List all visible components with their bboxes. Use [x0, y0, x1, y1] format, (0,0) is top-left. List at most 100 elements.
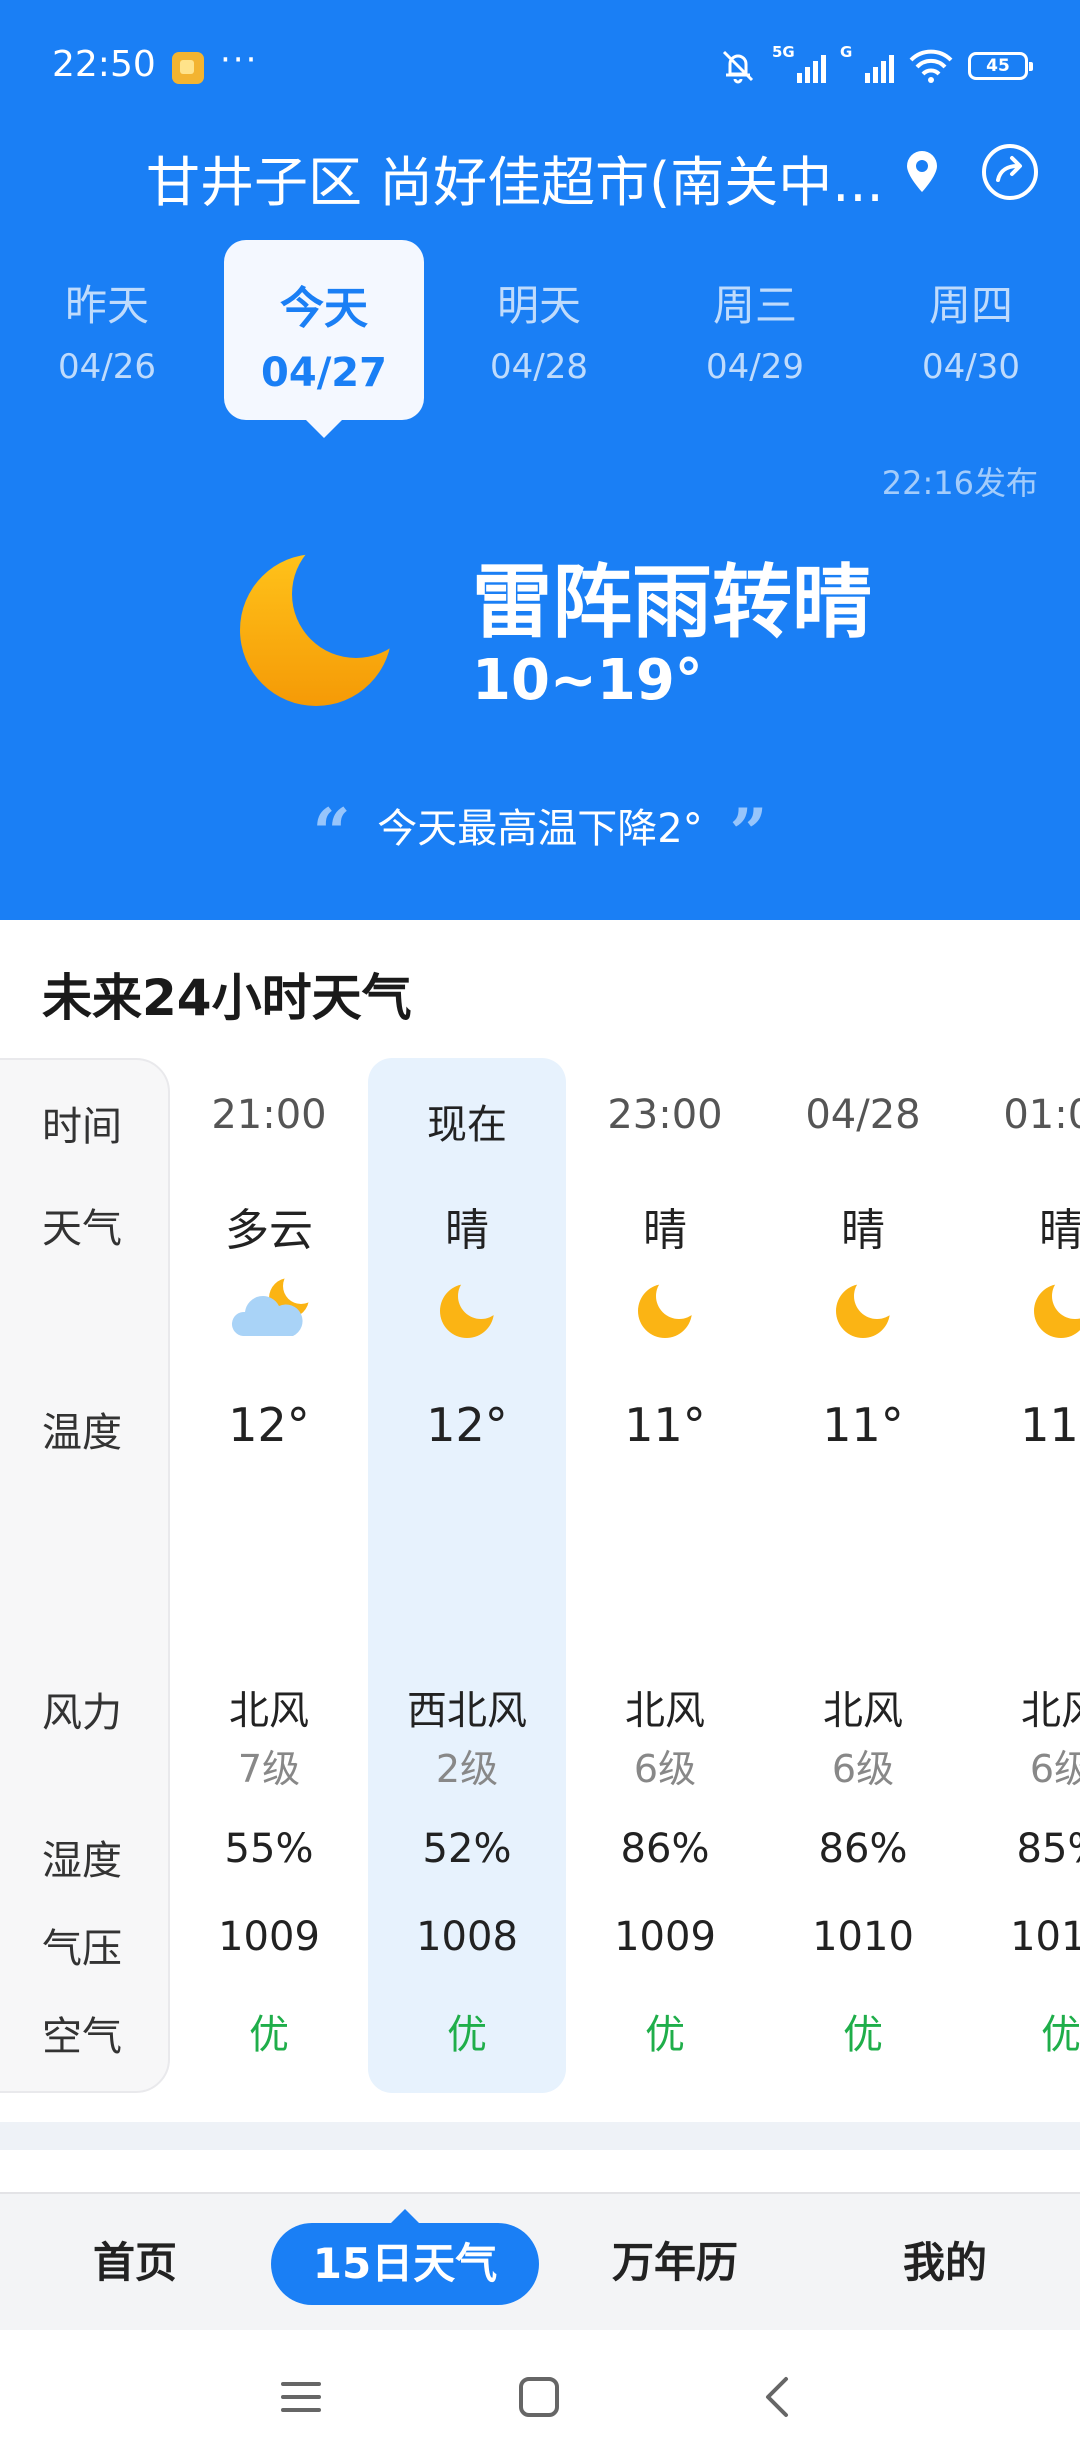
- label-humidity: 湿度: [42, 1838, 122, 1884]
- location-row[interactable]: 甘井子区 尚好佳超市(南关中...: [0, 130, 1080, 214]
- hour-temp: 11°: [624, 1398, 706, 1452]
- date-tabs: 昨天 04/26 今天 04/27 明天 04/28 周三 04/29 周四 0…: [0, 240, 1080, 440]
- hour-wind-level: 2级: [435, 1747, 499, 1791]
- hour-pressure: 1010: [1010, 1914, 1080, 1960]
- nav-home[interactable]: 首页: [40, 2194, 230, 2332]
- nav-me[interactable]: 我的: [850, 2194, 1040, 2332]
- weather-15day-screen: 22:50 ··· 5G G 45 甘井子区 尚好佳超市(南关中... 昨天 0…: [0, 0, 1080, 2460]
- back-icon[interactable]: [756, 2374, 802, 2420]
- hour-time: 01:00: [1003, 1092, 1080, 1138]
- label-time: 时间: [42, 1104, 122, 1150]
- hourly-forecast-panel[interactable]: 时间 天气 温度 风力 湿度 气压 空气 21:00 多云 12° 北风 7级 …: [0, 1058, 1080, 2098]
- hour-pressure: 1008: [416, 1914, 518, 1960]
- signal-sim2-icon: G: [840, 43, 894, 83]
- hour-time: 23:00: [607, 1092, 723, 1138]
- hour-weather: 晴: [841, 1205, 885, 1256]
- label-wind: 风力: [42, 1690, 122, 1736]
- label-air: 空气: [42, 2014, 122, 2060]
- menu-icon[interactable]: [278, 2374, 324, 2420]
- tab-today[interactable]: 今天 04/27: [224, 240, 424, 438]
- moon-icon: [440, 1284, 494, 1338]
- today-header: 22:50 ··· 5G G 45 甘井子区 尚好佳超市(南关中... 昨天 0…: [0, 0, 1080, 920]
- hour-column[interactable]: 04/28 晴 11° 北风 6级 86% 1010 优: [764, 1058, 962, 2093]
- mute-bell-icon: [722, 50, 754, 84]
- share-icon[interactable]: [980, 142, 1040, 202]
- hour-wind-direction: 北风: [229, 1688, 309, 1734]
- hour-humidity: 86%: [818, 1826, 908, 1872]
- bottom-navigation: 首页 15日天气 万年历 我的: [0, 2192, 1080, 2332]
- hour-wind-level: 6级: [831, 1747, 895, 1791]
- tab-date: 04/30: [922, 347, 1020, 387]
- location-name[interactable]: 甘井子区 尚好佳超市(南关中...: [146, 138, 906, 217]
- hour-air-quality: 优: [447, 2012, 487, 2058]
- status-bar: 22:50 ··· 5G G 45: [0, 0, 1080, 130]
- hour-time: 04/28: [805, 1092, 921, 1138]
- hour-wind-direction: 北风: [625, 1688, 705, 1734]
- nav-15day-weather[interactable]: 15日天气: [271, 2209, 539, 2305]
- temperature-range: 10~19°: [472, 648, 703, 713]
- hour-column[interactable]: 21:00 多云 12° 北风 7级 55% 1009 优: [170, 1058, 368, 2093]
- tab-date: 04/26: [58, 347, 156, 387]
- hour-wind-direction: 北风: [1021, 1688, 1080, 1734]
- hour-humidity: 52%: [422, 1826, 512, 1872]
- status-icons: 5G G 45: [718, 43, 1033, 88]
- hour-humidity: 86%: [620, 1826, 710, 1872]
- hour-wind-level: 6级: [633, 1747, 697, 1791]
- status-time: 22:50: [52, 44, 156, 85]
- tab-day: 明天: [496, 281, 581, 330]
- moon-icon: [1034, 1284, 1080, 1338]
- hour-temp: 11°: [1020, 1398, 1080, 1452]
- signal-sim1-icon: 5G: [772, 43, 826, 83]
- hour-weather: 晴: [643, 1205, 687, 1256]
- location-pin-icon: [907, 151, 937, 192]
- tab-tomorrow[interactable]: 明天 04/28: [439, 240, 639, 420]
- hour-column[interactable]: 23:00 晴 11° 北风 6级 86% 1009 优: [566, 1058, 764, 2093]
- hour-wind-level: 6级: [1029, 1747, 1080, 1791]
- label-temp: 温度: [42, 1410, 122, 1456]
- hour-weather: 晴: [445, 1205, 489, 1256]
- hour-pressure: 1009: [218, 1914, 320, 1960]
- tab-day: 周三: [712, 281, 797, 330]
- hour-pressure: 1010: [812, 1914, 914, 1960]
- hour-temp: 12°: [426, 1398, 508, 1452]
- system-navigation-bar: [0, 2330, 1080, 2460]
- hour-column[interactable]: 01:00 晴 11° 北风 6级 85% 1010 优: [962, 1058, 1080, 2093]
- hour-temp: 11°: [822, 1398, 904, 1452]
- quote-open-icon: “: [312, 794, 351, 872]
- row-labels: 时间 天气 温度 风力 湿度 气压 空气: [0, 1058, 170, 2093]
- hour-humidity: 85%: [1016, 1826, 1080, 1872]
- tab-date: 04/28: [490, 347, 588, 387]
- tab-day: 今天: [280, 283, 368, 334]
- publish-time: 22:16发布: [881, 464, 1038, 502]
- moon-icon: [638, 1284, 692, 1338]
- tab-day: 周四: [928, 281, 1013, 330]
- hour-pressure: 1009: [614, 1914, 716, 1960]
- hour-air-quality: 优: [249, 2012, 289, 2058]
- notification-app-icon: [172, 52, 204, 84]
- tab-wednesday[interactable]: 周三 04/29: [655, 240, 855, 420]
- hour-wind-direction: 北风: [823, 1688, 903, 1734]
- hour-humidity: 55%: [224, 1826, 314, 1872]
- hour-column-now[interactable]: 现在 晴 12° 西北风 2级 52% 1008 优: [368, 1058, 566, 2093]
- tab-date: 04/27: [261, 350, 387, 396]
- hour-air-quality: 优: [1041, 2012, 1080, 2058]
- hour-wind-level: 7级: [237, 1747, 301, 1791]
- home-square-icon[interactable]: [516, 2374, 562, 2420]
- hour-wind-direction: 西北风: [407, 1688, 527, 1734]
- tab-yesterday[interactable]: 昨天 04/26: [7, 240, 207, 420]
- label-weather: 天气: [42, 1206, 122, 1252]
- hourly-section-title: 未来24小时天气: [42, 969, 412, 1027]
- battery-icon: 45: [968, 52, 1033, 80]
- tab-date: 04/29: [706, 347, 804, 387]
- nav-calendar[interactable]: 万年历: [580, 2194, 770, 2332]
- hour-time: 现在: [427, 1102, 507, 1148]
- hour-air-quality: 优: [843, 2012, 883, 2058]
- tip-text: 今天最高温下降2°: [377, 806, 703, 852]
- tab-thursday[interactable]: 周四 04/30: [871, 240, 1071, 420]
- weather-condition: 雷阵雨转晴: [472, 556, 872, 649]
- moon-icon: [240, 554, 392, 706]
- moon-icon: [836, 1284, 890, 1338]
- quote-close-icon: ”: [729, 794, 768, 872]
- hour-temp: 12°: [228, 1398, 310, 1452]
- hour-time: 21:00: [211, 1092, 327, 1138]
